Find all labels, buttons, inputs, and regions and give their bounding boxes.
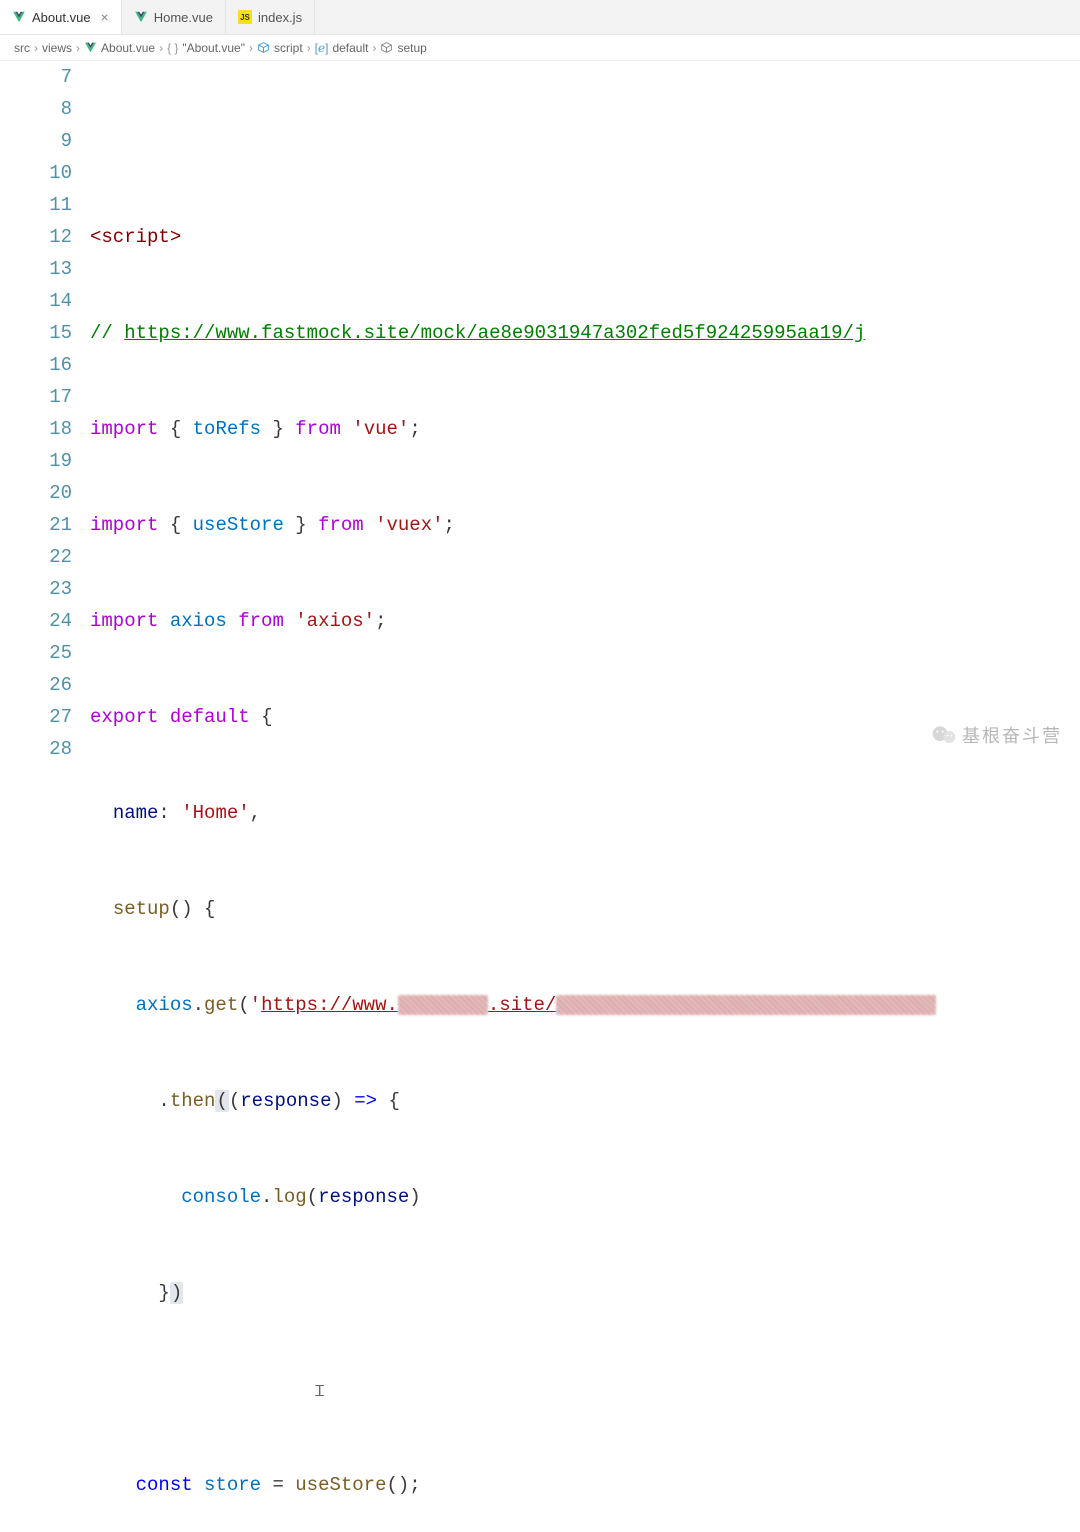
tab-about-vue[interactable]: About.vue × bbox=[0, 0, 122, 34]
code-content[interactable]: <script> // https://www.fastmock.site/mo… bbox=[90, 61, 1080, 1532]
vue-icon bbox=[12, 10, 26, 24]
line-number: 8 bbox=[0, 93, 72, 125]
breadcrumb-item[interactable]: About.vue bbox=[101, 41, 155, 55]
line-number: 22 bbox=[0, 541, 72, 573]
code-line: console.log(response) bbox=[90, 1181, 1080, 1213]
redacted-text bbox=[556, 995, 936, 1015]
vue-icon bbox=[84, 41, 97, 54]
code-line: import axios from 'axios'; bbox=[90, 605, 1080, 637]
line-number: 23 bbox=[0, 573, 72, 605]
chevron-right-icon: › bbox=[372, 41, 376, 55]
line-number: 11 bbox=[0, 189, 72, 221]
redacted-text bbox=[398, 995, 488, 1015]
breadcrumb-item[interactable]: "About.vue" bbox=[182, 41, 245, 55]
tab-label: About.vue bbox=[32, 10, 91, 25]
code-line: import { toRefs } from 'vue'; bbox=[90, 413, 1080, 445]
line-number: 21 bbox=[0, 509, 72, 541]
line-number: 26 bbox=[0, 669, 72, 701]
vue-icon bbox=[134, 10, 148, 24]
js-icon: JS bbox=[238, 10, 252, 24]
chevron-right-icon: › bbox=[76, 41, 80, 55]
breadcrumb-item[interactable]: default bbox=[332, 41, 368, 55]
line-number: 18 bbox=[0, 413, 72, 445]
line-number: 24 bbox=[0, 605, 72, 637]
cube-icon bbox=[257, 41, 270, 54]
line-number: 13 bbox=[0, 253, 72, 285]
code-line: .then((response) => { bbox=[90, 1085, 1080, 1117]
tab-label: Home.vue bbox=[154, 10, 213, 25]
code-line: import { useStore } from 'vuex'; bbox=[90, 509, 1080, 541]
close-icon[interactable]: × bbox=[101, 10, 109, 24]
watermark: 基根奋斗营 bbox=[932, 722, 1062, 748]
tab-index-js[interactable]: JS index.js bbox=[226, 0, 315, 34]
code-line: setup() { bbox=[90, 893, 1080, 925]
brackets-icon: [ℯ] bbox=[315, 41, 329, 55]
code-line: name: 'Home', bbox=[90, 797, 1080, 829]
breadcrumb-item[interactable]: src bbox=[14, 41, 30, 55]
wechat-icon bbox=[932, 724, 956, 746]
code-line bbox=[90, 125, 1080, 157]
line-number-gutter: 7 8 9 10 11 12 13 14 15 16 17 18 19 20 2… bbox=[0, 61, 90, 1532]
text-cursor-icon: Ꮖ bbox=[315, 1377, 325, 1409]
line-number: 17 bbox=[0, 381, 72, 413]
code-line: 💡 }) bbox=[90, 1277, 1080, 1309]
chevron-right-icon: › bbox=[249, 41, 253, 55]
code-line: axios.get('https://www..site/ bbox=[90, 989, 1080, 1021]
code-line: <script> bbox=[90, 221, 1080, 253]
breadcrumb-item[interactable]: script bbox=[274, 41, 303, 55]
breadcrumb: src › views › About.vue › { } "About.vue… bbox=[0, 35, 1080, 61]
code-line: const store = useStore(); bbox=[90, 1469, 1080, 1501]
line-number: 9 bbox=[0, 125, 72, 157]
watermark-text: 基根奋斗营 bbox=[962, 722, 1062, 748]
tab-home-vue[interactable]: Home.vue bbox=[122, 0, 226, 34]
line-number: 7 bbox=[0, 61, 72, 93]
tab-label: index.js bbox=[258, 10, 302, 25]
code-line: // https://www.fastmock.site/mock/ae8e90… bbox=[90, 317, 1080, 349]
line-number: 10 bbox=[0, 157, 72, 189]
tab-bar: About.vue × Home.vue JS index.js bbox=[0, 0, 1080, 35]
line-number: 15 bbox=[0, 317, 72, 349]
line-number: 14 bbox=[0, 285, 72, 317]
code-editor[interactable]: 7 8 9 10 11 12 13 14 15 16 17 18 19 20 2… bbox=[0, 61, 1080, 1532]
chevron-right-icon: › bbox=[307, 41, 311, 55]
line-number: 12 bbox=[0, 221, 72, 253]
breadcrumb-item[interactable]: views bbox=[42, 41, 72, 55]
chevron-right-icon: › bbox=[159, 41, 163, 55]
line-number: 20 bbox=[0, 477, 72, 509]
braces-icon: { } bbox=[167, 41, 178, 55]
line-number: 16 bbox=[0, 349, 72, 381]
line-number: 28 bbox=[0, 733, 72, 765]
line-number: 25 bbox=[0, 637, 72, 669]
chevron-right-icon: › bbox=[34, 41, 38, 55]
breadcrumb-item[interactable]: setup bbox=[397, 41, 426, 55]
code-line: Ꮖ bbox=[90, 1373, 1080, 1405]
line-number: 27 bbox=[0, 701, 72, 733]
line-number: 19 bbox=[0, 445, 72, 477]
cube-icon bbox=[380, 41, 393, 54]
